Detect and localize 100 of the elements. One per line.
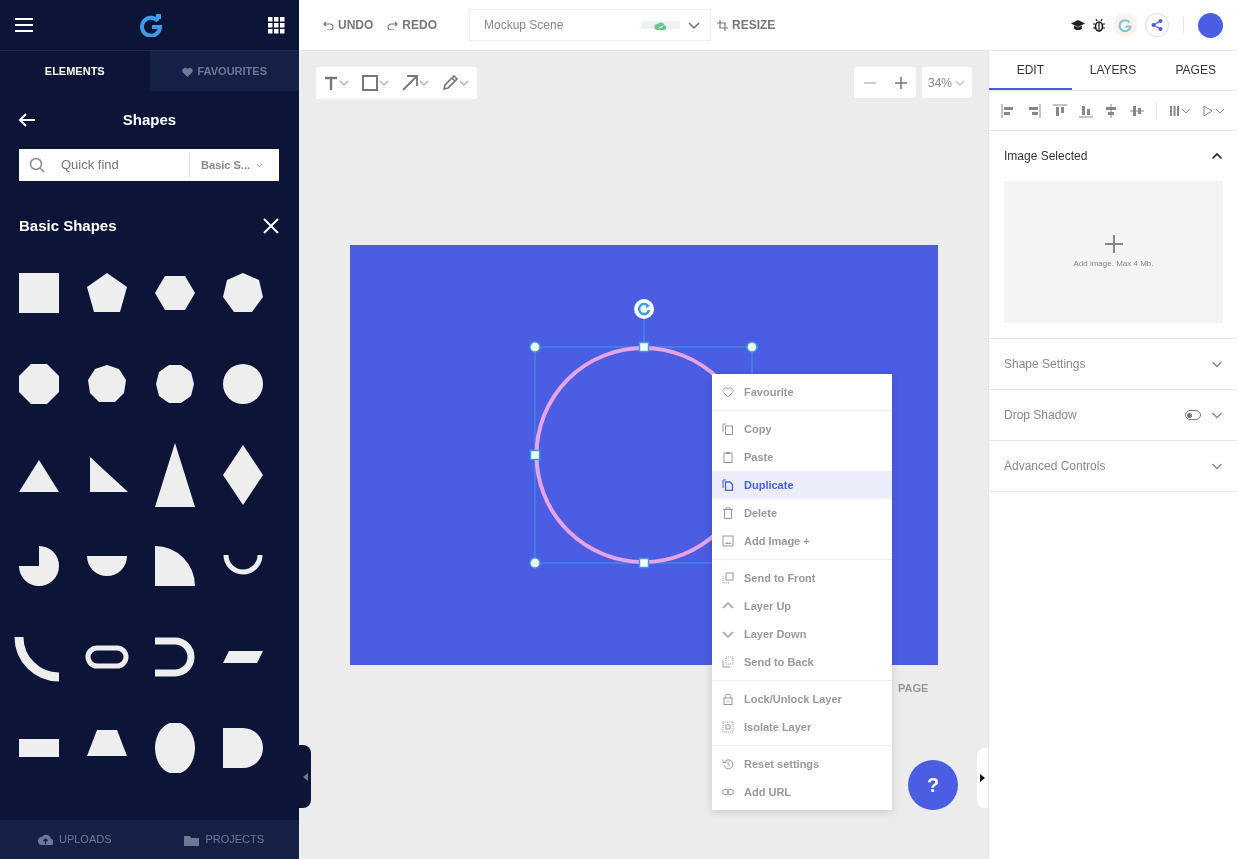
menu-item[interactable]: Send to Back bbox=[712, 648, 892, 676]
duplicate-icon bbox=[722, 479, 734, 491]
redo-button[interactable]: REDO bbox=[387, 16, 437, 34]
resize-handle[interactable] bbox=[638, 341, 650, 353]
clipboard-icon bbox=[722, 451, 734, 463]
crop-icon bbox=[717, 19, 728, 31]
back-arrow-icon[interactable] bbox=[18, 113, 36, 127]
lock-icon bbox=[722, 693, 734, 705]
resize-handle[interactable] bbox=[529, 449, 541, 461]
history-icon bbox=[722, 758, 734, 770]
sidebar-tab[interactable]: FAVOURITES bbox=[149, 51, 299, 91]
heart-icon bbox=[722, 386, 734, 398]
graduation-cap-icon[interactable] bbox=[1071, 19, 1085, 31]
zoom-dropdown[interactable]: 34% bbox=[922, 67, 972, 98]
sidebar-tab[interactable]: UPLOADS bbox=[0, 820, 150, 859]
cloud-saved-icon bbox=[654, 20, 668, 30]
chevron-down-icon bbox=[419, 78, 429, 88]
trash-icon bbox=[722, 507, 734, 519]
rotate-handle[interactable] bbox=[634, 299, 654, 319]
plus-icon bbox=[1103, 234, 1124, 254]
menu-item[interactable]: Add Image + bbox=[712, 527, 892, 555]
section-header[interactable]: Shape Settings bbox=[989, 339, 1237, 389]
menu-item[interactable]: Lock/Unlock Layer bbox=[712, 685, 892, 713]
logo-icon bbox=[139, 13, 163, 37]
chevron-down-icon bbox=[379, 78, 389, 88]
menu-item[interactable]: Duplicate bbox=[712, 471, 892, 499]
search-field[interactable]: Quick find Basic S... bbox=[19, 149, 279, 181]
chevron-down-icon bbox=[339, 78, 349, 88]
flip-icon[interactable] bbox=[1202, 103, 1225, 118]
folder-icon bbox=[184, 833, 200, 846]
text-tool-button[interactable] bbox=[322, 76, 351, 90]
draw-tool-button[interactable] bbox=[440, 75, 471, 91]
logo-icon bbox=[1118, 18, 1132, 32]
menu-item[interactable]: Add URL bbox=[712, 778, 892, 806]
caret-right-icon bbox=[980, 774, 985, 782]
help-button[interactable]: ? bbox=[908, 760, 958, 810]
redo-icon bbox=[387, 20, 399, 30]
close-icon[interactable] bbox=[262, 217, 280, 236]
section-title: Basic Shapes bbox=[19, 216, 117, 236]
share-icon bbox=[1151, 19, 1163, 31]
menu-item[interactable]: Layer Up bbox=[712, 592, 892, 620]
menu-item[interactable]: Send to Front bbox=[712, 564, 892, 592]
category-dropdown[interactable]: Basic S... bbox=[189, 153, 269, 177]
resize-handle[interactable] bbox=[638, 557, 650, 569]
rotate-connector bbox=[643, 318, 645, 343]
caret-left-icon bbox=[302, 772, 308, 781]
menu-item[interactable]: Paste bbox=[712, 443, 892, 471]
menu-item[interactable]: Isolate Layer bbox=[712, 713, 892, 741]
resize-handle[interactable] bbox=[529, 557, 541, 569]
menu-item[interactable]: Copy bbox=[712, 415, 892, 443]
apps-grid-icon[interactable] bbox=[268, 16, 285, 34]
line-tool-button[interactable] bbox=[400, 75, 431, 91]
pencil-icon bbox=[442, 75, 458, 91]
collapse-handle[interactable] bbox=[977, 748, 988, 808]
distribute-icon[interactable] bbox=[1169, 103, 1192, 118]
page-label: PAGE bbox=[898, 681, 929, 696]
chevron-down-icon bbox=[256, 162, 263, 168]
send-to-front-icon bbox=[722, 572, 734, 584]
panel-tab[interactable]: EDIT bbox=[989, 51, 1072, 90]
document-dropdown[interactable]: Mockup Scene bbox=[469, 9, 711, 41]
avatar[interactable] bbox=[1198, 12, 1223, 38]
link-icon bbox=[722, 786, 734, 798]
align-bottom-icon[interactable] bbox=[1078, 103, 1093, 118]
menu-item[interactable]: Reset settings bbox=[712, 750, 892, 778]
arrow-icon bbox=[402, 75, 418, 91]
send-to-back-icon bbox=[722, 656, 734, 668]
undo-button[interactable]: UNDO bbox=[323, 16, 374, 34]
panel-tab[interactable]: LAYERS bbox=[1071, 51, 1155, 90]
menu-item[interactable]: Layer Down bbox=[712, 620, 892, 648]
menu-item[interactable]: Delete bbox=[712, 499, 892, 527]
undo-icon bbox=[323, 20, 334, 30]
align-right-icon[interactable] bbox=[1026, 103, 1041, 118]
menu-item[interactable]: Favourite bbox=[712, 378, 892, 406]
panel-tab[interactable]: PAGES bbox=[1154, 51, 1237, 90]
resize-handle[interactable] bbox=[746, 341, 758, 353]
search-icon bbox=[29, 157, 45, 173]
sidebar-tab[interactable]: PROJECTS bbox=[149, 820, 299, 859]
align-top-icon[interactable] bbox=[1052, 103, 1067, 118]
align-left-icon[interactable] bbox=[1000, 103, 1015, 118]
toggle-switch[interactable] bbox=[1185, 410, 1201, 420]
resize-button[interactable]: RESIZE bbox=[717, 16, 776, 34]
bug-icon[interactable] bbox=[1093, 18, 1105, 32]
section-header[interactable]: Advanced Controls bbox=[989, 441, 1237, 491]
shape-tool-button[interactable] bbox=[360, 75, 391, 91]
menu-icon[interactable] bbox=[14, 17, 34, 33]
resize-handle[interactable] bbox=[529, 341, 541, 353]
isolate-icon bbox=[722, 721, 734, 733]
square-icon bbox=[362, 75, 378, 91]
collapse-handle[interactable] bbox=[299, 745, 311, 808]
section-header[interactable]: Drop Shadow bbox=[989, 390, 1237, 440]
zoom-in-icon[interactable] bbox=[893, 75, 908, 90]
panel-title: Shapes bbox=[121, 109, 178, 130]
align-center-icon[interactable] bbox=[1104, 103, 1119, 118]
heart-icon bbox=[181, 66, 193, 77]
image-upload-area[interactable]: Add image. Max 4 Mb. bbox=[1004, 181, 1223, 323]
copy-icon bbox=[722, 423, 734, 435]
section-header[interactable]: Image Selected bbox=[989, 131, 1237, 181]
cloud-upload-icon bbox=[37, 834, 53, 845]
align-middle-icon[interactable] bbox=[1130, 103, 1145, 118]
share-button[interactable] bbox=[1145, 13, 1169, 37]
